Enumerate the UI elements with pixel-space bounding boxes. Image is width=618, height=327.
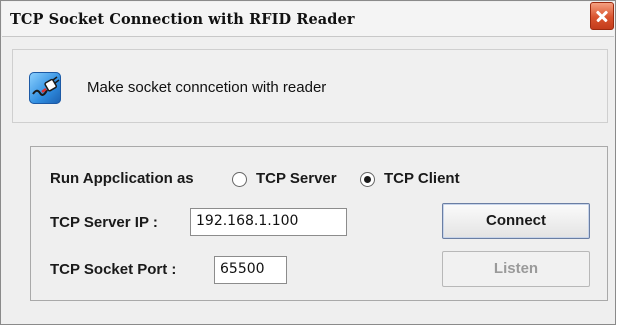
radio-tcp-client-label[interactable]: TCP Client [384,170,460,187]
window-title: TCP Socket Connection with RFID Reader [10,11,355,28]
server-ip-field[interactable]: 192.168.1.100 [190,208,347,236]
server-ip-label: TCP Server IP : [50,214,158,231]
radio-tcp-server-label[interactable]: TCP Server [256,170,337,187]
run-as-label: Run Appclication as [50,170,194,187]
port-field[interactable]: 65500 [214,256,287,284]
close-icon[interactable] [590,2,614,30]
title-bar[interactable]: TCP Socket Connection with RFID Reader [2,2,614,37]
dialog-window: TCP Socket Connection with RFID Reader M… [0,0,616,325]
header-panel: Make socket conncetion with reader [12,49,608,123]
header-text: Make socket conncetion with reader [87,79,327,96]
port-label: TCP Socket Port : [50,261,177,278]
radio-tcp-client[interactable] [360,172,375,187]
connection-settings-group: Run Appclication as TCP Server TCP Clien… [30,146,608,301]
radio-tcp-server[interactable] [232,172,247,187]
listen-button[interactable]: Listen [442,251,590,287]
plug-icon [29,72,61,104]
connect-button[interactable]: Connect [442,203,590,239]
